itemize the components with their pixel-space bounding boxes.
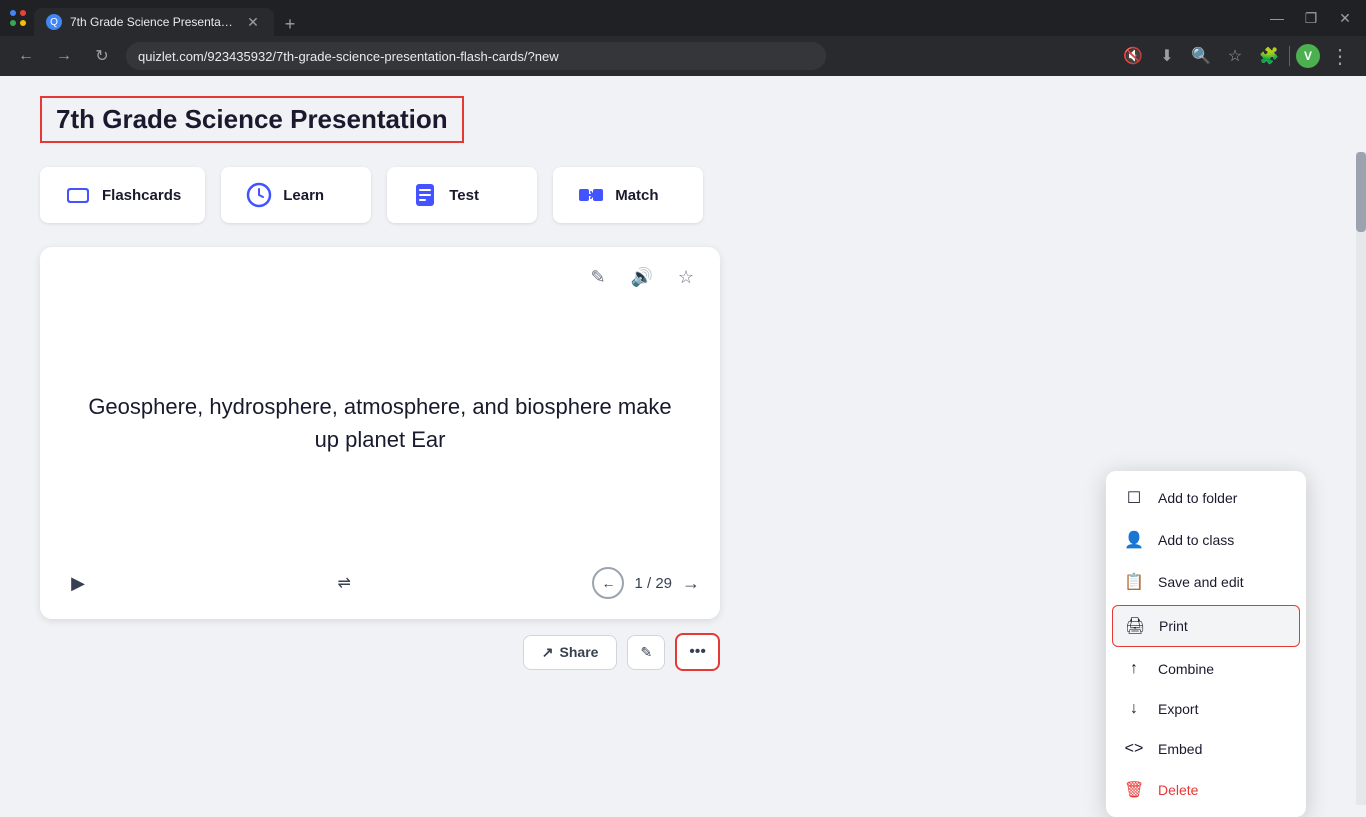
match-icon <box>577 181 605 209</box>
profile-button[interactable]: V <box>1296 44 1320 68</box>
shuffle-button[interactable]: ⇌ <box>326 565 362 601</box>
mute-icon[interactable]: 🔇 <box>1119 42 1147 70</box>
share-label: Share <box>560 644 599 660</box>
study-modes-bar: Flashcards Learn Test <box>40 167 1326 223</box>
flashcard-nav: ▶ ⇌ ← 1 / 29 → <box>40 553 720 619</box>
scrollbar[interactable] <box>1356 152 1366 805</box>
share-button[interactable]: ↗ Share <box>523 635 618 670</box>
delete-label: Delete <box>1158 782 1198 798</box>
google-dots-icon[interactable] <box>8 8 28 28</box>
tab-title: 7th Grade Science Presentation... <box>70 15 236 29</box>
edit-card-button[interactable]: ✎ <box>582 261 614 293</box>
play-button[interactable]: ▶ <box>60 565 96 601</box>
scrollbar-thumb[interactable] <box>1356 152 1366 232</box>
flashcards-mode-card[interactable]: Flashcards <box>40 167 205 223</box>
save-edit-label: Save and edit <box>1158 574 1244 590</box>
action-bar: ↗ Share ✎ ••• <box>40 619 720 671</box>
embed-icon: <> <box>1124 740 1144 758</box>
tab-favicon: Q <box>46 14 62 30</box>
maximize-button[interactable]: ❐ <box>1298 5 1324 31</box>
active-tab[interactable]: Q 7th Grade Science Presentation... ✕ <box>34 8 274 36</box>
flashcard-text: Geosphere, hydrosphere, atmosphere, and … <box>80 390 680 456</box>
next-card-button[interactable]: → <box>682 573 700 594</box>
search-icon[interactable]: 🔍 <box>1187 42 1215 70</box>
address-bar: ← → ↻ quizlet.com/923435932/7th-grade-sc… <box>0 36 1366 76</box>
bookmark-icon[interactable]: ☆ <box>1221 42 1249 70</box>
combine-icon: ↑ <box>1124 660 1144 678</box>
menu-item-delete[interactable]: 🗑 Delete <box>1106 769 1306 811</box>
menu-item-add-folder[interactable]: ☐ Add to folder <box>1106 477 1306 519</box>
dropdown-menu: ☐ Add to folder 👤 Add to class 📋 Save an… <box>1106 471 1306 817</box>
browser-chrome: Q 7th Grade Science Presentation... ✕ + … <box>0 0 1366 36</box>
new-tab-button[interactable]: + <box>278 12 302 36</box>
prev-card-button[interactable]: ← <box>592 567 624 599</box>
match-label: Match <box>615 187 658 204</box>
delete-icon: 🗑 <box>1124 780 1144 800</box>
test-icon <box>411 181 439 209</box>
card-counter-wrap: ← 1 / 29 → <box>592 567 700 599</box>
test-mode-card[interactable]: Test <box>387 167 537 223</box>
class-icon: 👤 <box>1124 530 1144 550</box>
match-mode-card[interactable]: Match <box>553 167 703 223</box>
menu-item-export[interactable]: ↓ Export <box>1106 689 1306 729</box>
menu-icon[interactable]: ⋮ <box>1326 42 1354 70</box>
address-text: quizlet.com/923435932/7th-grade-science-… <box>138 49 559 64</box>
learn-label: Learn <box>283 187 324 204</box>
export-label: Export <box>1158 701 1198 717</box>
reload-button[interactable]: ↻ <box>88 42 116 70</box>
edit-set-button[interactable]: ✎ <box>627 635 665 670</box>
share-icon: ↗ <box>542 644 554 661</box>
audio-button[interactable]: 🔊 <box>626 261 658 293</box>
tab-bar: Q 7th Grade Science Presentation... ✕ + <box>34 0 1258 36</box>
tab-close-icon[interactable]: ✕ <box>244 13 262 31</box>
page-title: 7th Grade Science Presentation <box>56 104 448 134</box>
folder-icon: ☐ <box>1124 488 1144 508</box>
menu-item-combine[interactable]: ↑ Combine <box>1106 649 1306 689</box>
learn-icon <box>245 181 273 209</box>
add-class-label: Add to class <box>1158 532 1234 548</box>
save-edit-icon: 📋 <box>1124 572 1144 592</box>
star-button[interactable]: ☆ <box>670 261 702 293</box>
flashcards-label: Flashcards <box>102 187 181 204</box>
page-content: 7th Grade Science Presentation Flashcard… <box>0 76 1366 691</box>
embed-label: Embed <box>1158 741 1202 757</box>
test-label: Test <box>449 187 479 204</box>
flashcards-icon <box>64 181 92 209</box>
window-controls: — ❐ ✕ <box>1264 5 1358 31</box>
menu-item-embed[interactable]: <> Embed <box>1106 729 1306 769</box>
print-icon: 🖨 <box>1125 616 1145 636</box>
export-icon: ↓ <box>1124 700 1144 718</box>
download-icon[interactable]: ⬇ <box>1153 42 1181 70</box>
card-counter: 1 / 29 <box>634 575 672 592</box>
divider <box>1289 46 1290 66</box>
page-title-box: 7th Grade Science Presentation <box>40 96 464 143</box>
menu-item-print[interactable]: 🖨 Print <box>1112 605 1300 647</box>
browser-controls <box>8 8 28 28</box>
combine-label: Combine <box>1158 661 1214 677</box>
flashcard-toolbar: ✎ 🔊 ☆ <box>40 247 720 293</box>
minimize-button[interactable]: — <box>1264 5 1290 31</box>
close-window-button[interactable]: ✕ <box>1332 5 1358 31</box>
address-input[interactable]: quizlet.com/923435932/7th-grade-science-… <box>126 42 826 70</box>
add-folder-label: Add to folder <box>1158 490 1237 506</box>
menu-item-add-class[interactable]: 👤 Add to class <box>1106 519 1306 561</box>
learn-mode-card[interactable]: Learn <box>221 167 371 223</box>
forward-button[interactable]: → <box>50 42 78 70</box>
print-label: Print <box>1159 618 1188 634</box>
back-button[interactable]: ← <box>12 42 40 70</box>
more-options-button[interactable]: ••• <box>675 633 720 671</box>
toolbar-icons: 🔇 ⬇ 🔍 ☆ 🧩 V ⋮ <box>1119 42 1354 70</box>
flashcard-content[interactable]: Geosphere, hydrosphere, atmosphere, and … <box>40 293 720 553</box>
extensions-icon[interactable]: 🧩 <box>1255 42 1283 70</box>
menu-item-save-edit[interactable]: 📋 Save and edit <box>1106 561 1306 603</box>
flashcard-container: ✎ 🔊 ☆ Geosphere, hydrosphere, atmosphere… <box>40 247 720 619</box>
